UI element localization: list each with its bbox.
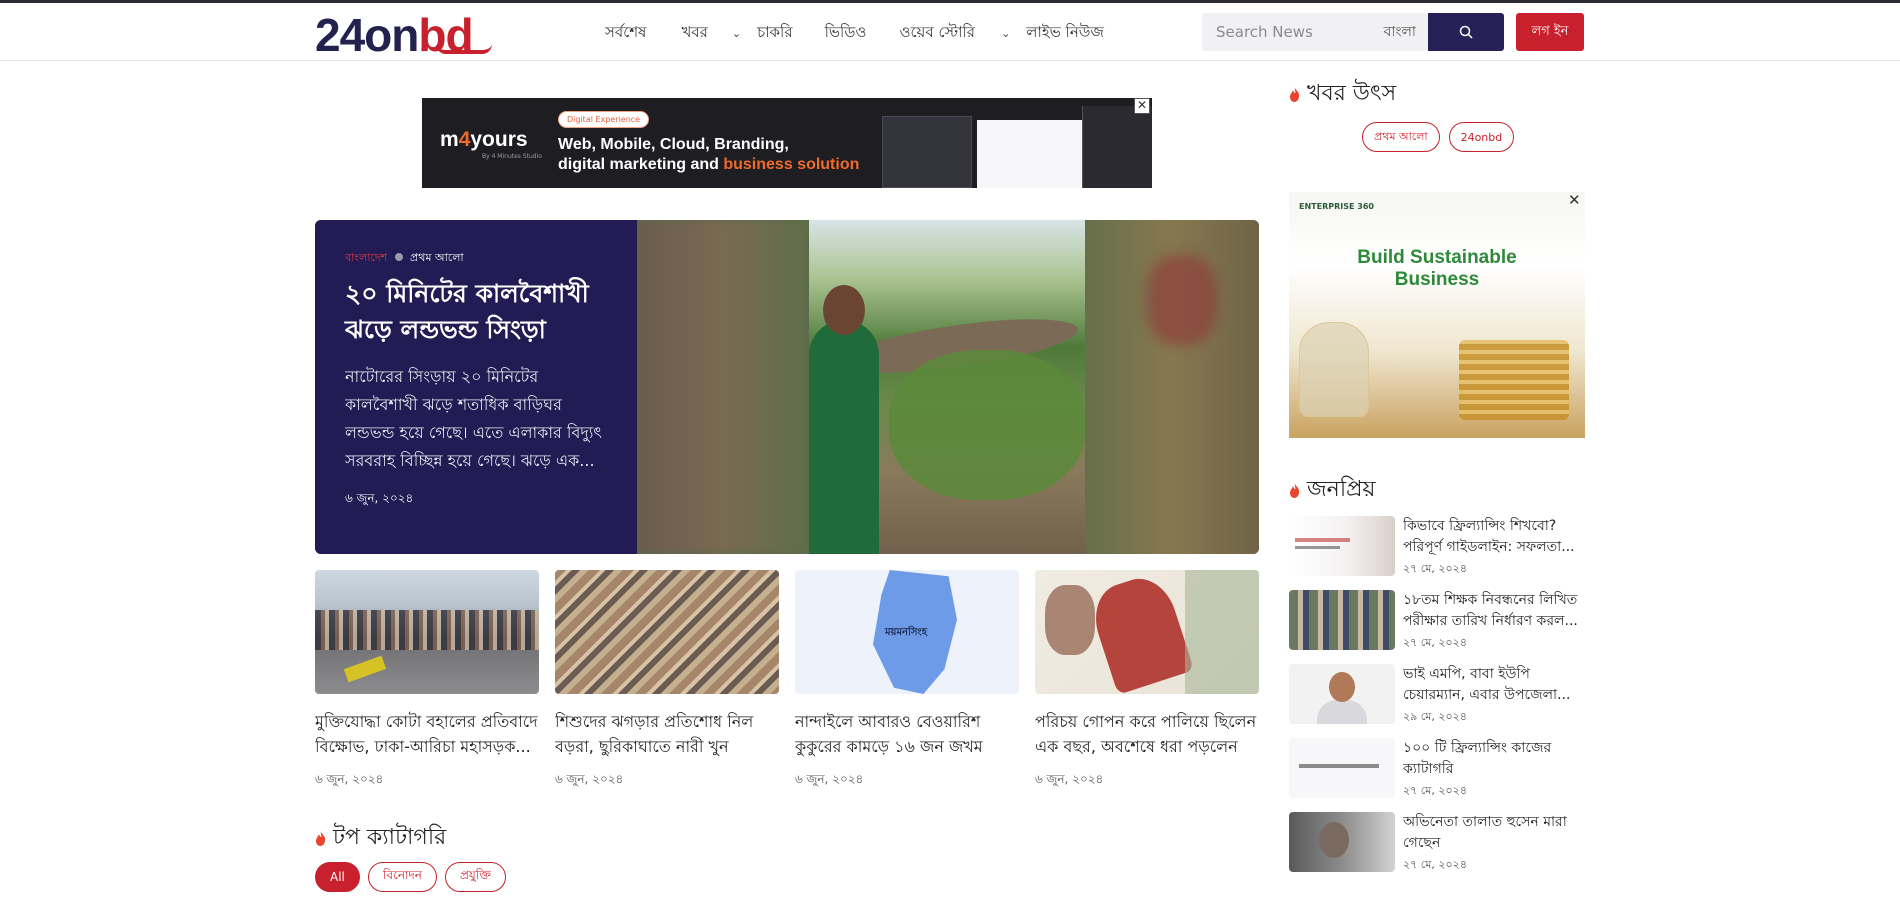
close-icon[interactable]: ✕ (1568, 191, 1581, 209)
search-box: বাংলা (1202, 13, 1428, 51)
popular-title[interactable]: অভিনেতা তালাত হুসেন মারা গেছেন (1403, 812, 1585, 854)
map-label: ময়মনসিংহ (885, 627, 927, 638)
nav-web-story[interactable]: ওয়েব স্টোরি (899, 21, 975, 46)
login-button[interactable]: লগ ইন (1516, 13, 1584, 51)
coins-image (1459, 340, 1569, 420)
story-date: ৬ জুন, ২০২৪ (1035, 772, 1104, 786)
story-title[interactable]: পরিচয় গোপন করে পালিয়ে ছিলেন এক বছর, অব… (1035, 709, 1259, 759)
logo-swoosh (436, 44, 492, 54)
story-date: ৬ জুন, ২০২৪ (795, 772, 864, 786)
ad-brand: ENTERPRISE 360 (1299, 202, 1374, 211)
popular-thumbnail[interactable] (1289, 812, 1395, 872)
story-title[interactable]: শিশুদের ঝগড়ার প্রতিশোধ নিল বড়রা, ছুরিক… (555, 709, 779, 759)
category-chip-entertainment[interactable]: বিনোদন (367, 862, 437, 892)
ad-pill: Digital Experience (558, 111, 650, 128)
featured-story[interactable]: বাংলাদেশ প্রথম আলো ২০ মিনিটের কালবৈশাখী … (315, 220, 1259, 554)
popular-title[interactable]: ভাই এমপি, বাবা ইউপি চেয়ারম্যান, এবার উপ… (1403, 664, 1585, 706)
nav-news[interactable]: খবর (681, 21, 707, 46)
featured-image[interactable] (637, 220, 1259, 554)
popular-title[interactable]: কিভাবে ফ্রিল্যান্সিং শিখবো? পরিপূর্ণ গাই… (1403, 516, 1585, 558)
story-thumbnail[interactable] (1035, 570, 1259, 694)
featured-source[interactable]: প্রথম আলো (410, 249, 464, 268)
featured-category[interactable]: বাংলাদেশ (345, 249, 387, 268)
story-card[interactable]: ময়মনসিংহ নান্দাইলে আবারও বেওয়ারিশ কুকু… (795, 570, 1019, 791)
nav-live-news[interactable]: লাইভ নিউজ (1026, 21, 1104, 46)
story-date: ৬ জুন, ২০২৪ (555, 772, 624, 786)
popular-heading: জনপ্রিয় (1289, 472, 1376, 509)
featured-text-panel: বাংলাদেশ প্রথম আলো ২০ মিনিটের কালবৈশাখী … (315, 220, 637, 554)
top-categories-heading: টপ ক্যাটাগরি (315, 820, 446, 857)
section-title: জনপ্রিয় (1307, 477, 1376, 502)
ad-brand-sub: By 4 Minutes Studio (482, 153, 542, 160)
popular-title[interactable]: ১০০ টি ফ্রিল্যান্সিং কাজের ক্যাটাগরি (1403, 738, 1585, 780)
popular-thumbnail[interactable] (1289, 664, 1395, 724)
popular-date: ২৭ মে, ২০২৪ (1403, 784, 1467, 797)
category-chips: All বিনোদন প্রযুক্তি (315, 862, 506, 892)
section-title: টপ ক্যাটাগরি (333, 825, 447, 850)
story-card[interactable]: শিশুদের ঝগড়ার প্রতিশোধ নিল বড়রা, ছুরিক… (555, 570, 779, 791)
ad-mockup-image (1082, 106, 1152, 188)
nav-latest[interactable]: সর্বশেষ (605, 21, 646, 46)
separator-dot (395, 253, 403, 261)
flame-icon (316, 831, 326, 846)
popular-item[interactable]: ১৮তম শিক্ষক নিবন্ধনের লিখিত পরীক্ষার তার… (1289, 590, 1585, 652)
sidebar-ad[interactable]: ENTERPRISE 360 Build Sustainable Busines… (1289, 192, 1585, 438)
featured-date: ৬ জুন, ২০২৪ (345, 491, 414, 505)
source-chip[interactable]: 24onbd (1448, 122, 1515, 152)
popular-date: ২৭ মে, ২০২৪ (1403, 858, 1467, 871)
story-thumbnail[interactable] (315, 570, 539, 694)
story-title[interactable]: মুক্তিযোদ্ধা কোটা বহালের প্রতিবাদে বিক্ষ… (315, 709, 539, 759)
featured-title[interactable]: ২০ মিনিটের কালবৈশাখী ঝড়ে লন্ডভন্ড সিংড়… (345, 276, 615, 348)
popular-thumbnail[interactable] (1289, 590, 1395, 650)
ad-mockup-image (977, 120, 1082, 188)
popular-date: ২৯ মে, ২০২৪ (1403, 710, 1467, 723)
flame-icon (1290, 87, 1300, 102)
ad-headline-1: Web, Mobile, Cloud, Branding, (558, 136, 789, 153)
popular-item[interactable]: ১০০ টি ফ্রিল্যান্সিং কাজের ক্যাটাগরি ২৭ … (1289, 738, 1585, 800)
search-button[interactable] (1428, 13, 1504, 51)
popular-thumbnail[interactable] (1289, 738, 1395, 798)
category-chip-all[interactable]: All (315, 862, 360, 892)
popular-item[interactable]: অভিনেতা তালাত হুসেন মারা গেছেন ২৭ মে, ২০… (1289, 812, 1585, 874)
logo-main-text: 24on (315, 9, 419, 61)
popular-date: ২৭ মে, ২০২৪ (1403, 636, 1467, 649)
storm-photo (809, 220, 1085, 554)
popular-date: ২৭ মে, ২০২৪ (1403, 562, 1467, 575)
story-title[interactable]: নান্দাইলে আবারও বেওয়ারিশ কুকুরের কামড়ে… (795, 709, 1019, 759)
popular-item[interactable]: কিভাবে ফ্রিল্যান্সিং শিখবো? পরিপূর্ণ গাই… (1289, 516, 1585, 578)
story-card[interactable]: পরিচয় গোপন করে পালিয়ে ছিলেন এক বছর, অব… (1035, 570, 1259, 791)
popular-thumbnail[interactable] (1289, 516, 1395, 576)
chevron-down-icon[interactable]: ⌄ (732, 27, 741, 40)
section-title: খবর উৎস (1307, 81, 1397, 106)
nav-jobs[interactable]: চাকরি (757, 21, 792, 46)
source-chips: প্রথম আলো 24onbd (1362, 122, 1515, 152)
search-icon (1459, 25, 1473, 39)
ad-headline-2: digital marketing and business solution (558, 156, 860, 173)
news-sources-heading: খবর উৎস (1289, 76, 1396, 113)
nav-video[interactable]: ভিডিও (825, 21, 867, 46)
language-toggle[interactable]: বাংলা (1384, 20, 1416, 44)
ad-brand: m4yours (440, 128, 528, 151)
site-header: 24onbd সর্বশেষ খবর ⌄ চাকরি ভিডিও ওয়েব স… (0, 3, 1900, 61)
story-thumbnail[interactable]: ময়মনসিংহ (795, 570, 1019, 694)
source-chip[interactable]: প্রথম আলো (1362, 122, 1440, 152)
banner-ad[interactable]: m4yours By 4 Minutes Studio Digital Expe… (422, 98, 1152, 188)
ad-headline: Build Sustainable Business (1357, 247, 1517, 290)
chevron-down-icon[interactable]: ⌄ (1001, 27, 1010, 40)
story-thumbnail[interactable] (555, 570, 779, 694)
category-chip-technology[interactable]: প্রযুক্তি (444, 862, 506, 892)
close-icon[interactable]: ✕ (1134, 98, 1150, 114)
story-card[interactable]: মুক্তিযোদ্ধা কোটা বহালের প্রতিবাদে বিক্ষ… (315, 570, 539, 791)
featured-description: নাটোরের সিংড়ায় ২০ মিনিটের কালবৈশাখী ঝড… (345, 367, 602, 470)
story-date: ৬ জুন, ২০২৪ (315, 772, 384, 786)
popular-title[interactable]: ১৮তম শিক্ষক নিবন্ধনের লিখিত পরীক্ষার তার… (1403, 590, 1585, 632)
search-input[interactable] (1202, 23, 1352, 41)
ad-mockup-image (882, 116, 972, 188)
flame-icon (1290, 483, 1300, 498)
main-nav: সর্বশেষ খবর ⌄ চাকরি ভিডিও ওয়েব স্টোরি ⌄… (600, 21, 1104, 45)
popular-item[interactable]: ভাই এমপি, বাবা ইউপি চেয়ারম্যান, এবার উপ… (1289, 664, 1585, 726)
